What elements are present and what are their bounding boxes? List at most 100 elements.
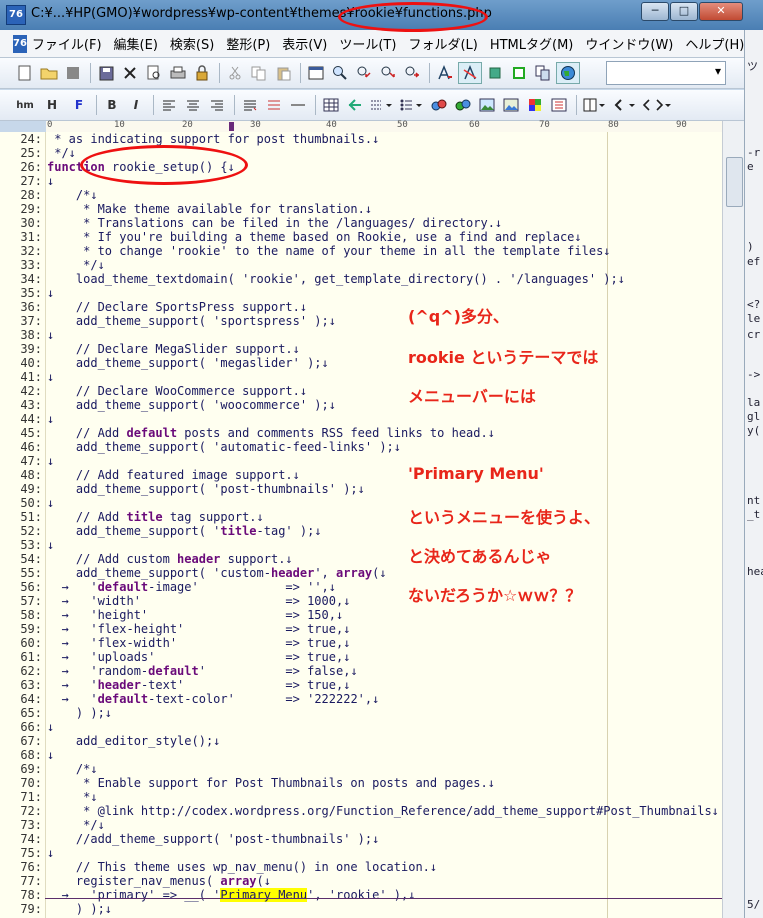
break-icon[interactable] — [263, 95, 285, 115]
find-next-icon[interactable] — [377, 63, 399, 83]
align-left-icon[interactable] — [158, 95, 180, 115]
stop-icon[interactable] — [62, 63, 84, 83]
code-line[interactable]: 59: → 'flex-height' => true,↓ — [0, 622, 722, 636]
adjacent-window-pane[interactable]: ツ -re) ef <?le cr -> lagly(nt_thea 5/ — [744, 30, 763, 918]
code-line[interactable]: 54: // Add custom header support.↓ — [0, 552, 722, 566]
cut-icon[interactable] — [224, 63, 246, 83]
code-line[interactable]: 73: */↓ — [0, 818, 722, 832]
close-file-icon[interactable] — [119, 63, 141, 83]
maximize-button[interactable]: □ — [670, 2, 698, 21]
code-line[interactable]: 29: * Make theme available for translati… — [0, 202, 722, 216]
tag-icon[interactable] — [641, 95, 675, 115]
table-icon[interactable] — [320, 95, 342, 115]
menu-app-icon[interactable]: 76 — [13, 34, 27, 53]
code-line[interactable]: 74: //add_theme_support( 'post-thumbnail… — [0, 832, 722, 846]
code-line[interactable]: 41: ↓ — [0, 370, 722, 384]
lock-icon[interactable] — [191, 63, 213, 83]
menu-html-tag[interactable]: HTMLタグ(M) — [490, 34, 574, 53]
print-preview-icon[interactable] — [143, 63, 165, 83]
frame-icon[interactable] — [581, 95, 609, 115]
menu-view[interactable]: 表示(V) — [282, 34, 327, 53]
paragraph-icon[interactable] — [239, 95, 261, 115]
code-line[interactable]: 63: → 'header-text' => true,↓ — [0, 678, 722, 692]
menu-format[interactable]: 整形(P) — [226, 34, 270, 53]
browser-icon[interactable] — [556, 62, 580, 84]
menu-file[interactable]: ファイル(F) — [32, 34, 102, 53]
menu-search[interactable]: 検索(S) — [170, 34, 214, 53]
font-style-icon[interactable] — [458, 62, 482, 84]
code-line[interactable]: 49: add_theme_support( 'post-thumbnails'… — [0, 482, 722, 496]
find-icon[interactable] — [329, 63, 351, 83]
code-line[interactable]: 71: *↓ — [0, 790, 722, 804]
back-icon[interactable] — [611, 95, 639, 115]
marker-icon[interactable] — [484, 63, 506, 83]
code-line[interactable]: 30: * Translations can be filed in the /… — [0, 216, 722, 230]
code-line[interactable]: 55: add_theme_support( 'custom-header', … — [0, 566, 722, 580]
code-line[interactable]: 40: add_theme_support( 'megaslider' );↓ — [0, 356, 722, 370]
code-line[interactable]: 57: → 'width' => 1000,↓ — [0, 594, 722, 608]
code-line[interactable]: 37: add_theme_support( 'sportspress' );↓ — [0, 314, 722, 328]
code-line[interactable]: 31: * If you're building a theme based o… — [0, 230, 722, 244]
code-line[interactable]: 48: // Add featured image support.↓ — [0, 468, 722, 482]
code-line[interactable]: 46: add_theme_support( 'automatic-feed-l… — [0, 440, 722, 454]
list-dropdown-icon[interactable] — [368, 95, 396, 115]
code-line[interactable]: 42: // Declare WooCommerce support.↓ — [0, 384, 722, 398]
bold-button[interactable]: B — [101, 95, 123, 115]
code-line[interactable]: 72: * @link http://codex.wordpress.org/F… — [0, 804, 722, 818]
align-center-icon[interactable] — [182, 95, 204, 115]
code-area[interactable]: 24: * as indicating support for post thu… — [0, 132, 722, 916]
menu-folder[interactable]: フォルダ(L) — [408, 34, 477, 53]
code-editor[interactable]: 24: * as indicating support for post thu… — [0, 132, 722, 918]
new-file-icon[interactable] — [14, 63, 36, 83]
code-line[interactable]: 28: /*↓ — [0, 188, 722, 202]
link-icon[interactable] — [428, 95, 450, 115]
code-line[interactable]: 79: ) );↓ — [0, 902, 722, 916]
font-button[interactable]: F — [68, 95, 90, 115]
code-line[interactable]: 62: → 'random-default' => false,↓ — [0, 664, 722, 678]
code-line[interactable]: 68: ↓ — [0, 748, 722, 762]
code-line[interactable]: 47: ↓ — [0, 454, 722, 468]
code-line[interactable]: 75: ↓ — [0, 846, 722, 860]
anchor-icon[interactable] — [452, 95, 474, 115]
code-line[interactable]: 69: /*↓ — [0, 762, 722, 776]
code-line[interactable]: 53: ↓ — [0, 538, 722, 552]
code-line[interactable]: 56: → 'default-image' => '',↓ — [0, 580, 722, 594]
paste-icon[interactable] — [272, 63, 294, 83]
horizontal-rule-icon[interactable] — [287, 95, 309, 115]
image-alt-icon[interactable] — [500, 95, 522, 115]
window-icon[interactable] — [305, 63, 327, 83]
menu-tools[interactable]: ツール(T) — [339, 34, 396, 53]
compare-icon[interactable] — [532, 63, 554, 83]
code-line[interactable]: 38: ↓ — [0, 328, 722, 342]
code-line[interactable]: 33: */↓ — [0, 258, 722, 272]
vertical-scrollbar[interactable] — [722, 121, 745, 918]
code-line[interactable]: 77: register_nav_menus( array(↓ — [0, 874, 722, 888]
font-icon[interactable] — [434, 63, 456, 83]
find-prev-icon[interactable] — [353, 63, 375, 83]
save-icon[interactable] — [95, 63, 117, 83]
align-right-icon[interactable] — [206, 95, 228, 115]
close-button[interactable]: ✕ — [699, 2, 743, 21]
code-line[interactable]: 78: → 'primary' => __( 'Primary Menu', '… — [0, 888, 722, 902]
toolbar-combo-box[interactable] — [606, 61, 726, 85]
code-line[interactable]: 60: → 'flex-width' => true,↓ — [0, 636, 722, 650]
print-icon[interactable] — [167, 63, 189, 83]
color-palette-icon[interactable] — [524, 95, 546, 115]
code-line[interactable]: 32: * to change 'rookie' to the name of … — [0, 244, 722, 258]
outline-icon[interactable] — [508, 63, 530, 83]
code-line[interactable]: 64: → 'default-text-color' => '222222',↓ — [0, 692, 722, 706]
special-char-icon[interactable] — [548, 95, 570, 115]
bullet-list-icon[interactable] — [398, 95, 426, 115]
image-icon[interactable] — [476, 95, 498, 115]
code-line[interactable]: 24: * as indicating support for post thu… — [0, 132, 722, 146]
menu-window[interactable]: ウインドウ(W) — [585, 34, 673, 53]
italic-button[interactable]: I — [125, 95, 147, 115]
open-folder-icon[interactable] — [38, 63, 60, 83]
code-line[interactable]: 61: → 'uploads' => true,↓ — [0, 650, 722, 664]
copy-icon[interactable] — [248, 63, 270, 83]
minimize-button[interactable]: ─ — [641, 2, 669, 21]
code-line[interactable]: 43: add_theme_support( 'woocommerce' );↓ — [0, 398, 722, 412]
code-line[interactable]: 70: * Enable support for Post Thumbnails… — [0, 776, 722, 790]
code-line[interactable]: 58: → 'height' => 150,↓ — [0, 608, 722, 622]
code-line[interactable]: 39: // Declare MegaSlider support.↓ — [0, 342, 722, 356]
